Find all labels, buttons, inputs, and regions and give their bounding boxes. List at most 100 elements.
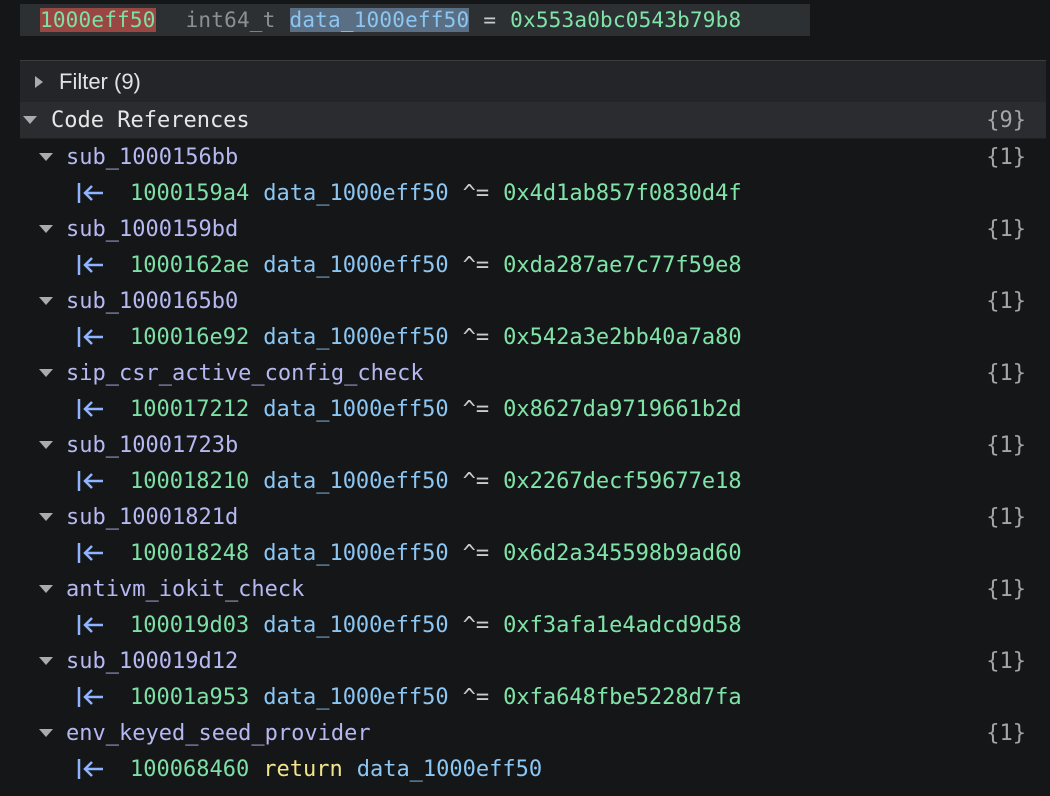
reference-row[interactable]: 100019d03 data_1000eff50 ^= 0xf3afa1e4ad…	[20, 607, 1046, 643]
function-row[interactable]: sub_10001723b {1}	[20, 427, 1046, 463]
reference-count: {1}	[986, 216, 1026, 242]
function-name[interactable]: sub_10001723b	[66, 433, 238, 458]
function-row[interactable]: antivm_iokit_check {1}	[20, 571, 1046, 607]
reference-address[interactable]: 1000162ae	[130, 253, 249, 278]
reference-variable[interactable]: data_1000eff50	[263, 469, 448, 494]
reference-count: {1}	[986, 720, 1026, 746]
reference-count: {1}	[986, 288, 1026, 314]
reference-count: {1}	[986, 360, 1026, 386]
function-name[interactable]: sip_csr_active_config_check	[66, 361, 424, 386]
return-keyword: return	[263, 756, 343, 782]
function-row[interactable]: sub_1000156bb {1}	[20, 139, 1046, 175]
reference-variable[interactable]: data_1000eff50	[263, 253, 448, 278]
arrow-left-bar-icon	[75, 181, 107, 205]
reference-count: {1}	[986, 432, 1026, 458]
function-name[interactable]: sub_1000156bb	[66, 145, 238, 170]
triangle-down-icon[interactable]	[39, 153, 53, 161]
reference-variable[interactable]: data_1000eff50	[357, 757, 542, 782]
arrow-left-bar-icon	[75, 397, 107, 421]
triangle-down-icon[interactable]	[39, 513, 53, 521]
data-definition-line: 1000eff50 int64_t data_1000eff50 = 0x553…	[20, 4, 810, 36]
reference-address[interactable]: 1000159a4	[130, 181, 249, 206]
xref-view: 1000eff50 int64_t data_1000eff50 = 0x553…	[0, 0, 1050, 796]
reference-operator: ^=	[462, 252, 490, 278]
reference-variable[interactable]: data_1000eff50	[263, 541, 448, 566]
reference-operator: ^=	[462, 540, 490, 566]
reference-row[interactable]: 1000162ae data_1000eff50 ^= 0xda287ae7c7…	[20, 247, 1046, 283]
reference-address[interactable]: 100017212	[130, 397, 249, 422]
function-row[interactable]: sip_csr_active_config_check {1}	[20, 355, 1046, 391]
reference-count: {1}	[986, 504, 1026, 530]
reference-value: 0x8627da9719661b2d	[503, 396, 742, 422]
arrow-left-bar-icon	[75, 469, 107, 493]
reference-row[interactable]: 100016e92 data_1000eff50 ^= 0x542a3e2bb4…	[20, 319, 1046, 355]
function-row[interactable]: sub_100019d12 {1}	[20, 643, 1046, 679]
reference-address[interactable]: 100018248	[130, 541, 249, 566]
reference-row[interactable]: 100018210 data_1000eff50 ^= 0x2267decf59…	[20, 463, 1046, 499]
reference-variable[interactable]: data_1000eff50	[263, 325, 448, 350]
data-type[interactable]: int64_t	[186, 8, 276, 32]
reference-variable[interactable]: data_1000eff50	[263, 613, 448, 638]
function-name[interactable]: sub_1000165b0	[66, 289, 238, 314]
triangle-down-icon[interactable]	[39, 657, 53, 665]
triangle-down-icon[interactable]	[39, 225, 53, 233]
code-references-list: sub_1000156bb {1} 1000159a4 data_1000eff…	[20, 139, 1046, 786]
triangle-down-icon[interactable]	[39, 297, 53, 305]
arrow-left-bar-icon	[75, 613, 107, 637]
code-references-header[interactable]: Code References {9}	[20, 102, 1046, 138]
reference-variable[interactable]: data_1000eff50	[263, 685, 448, 710]
reference-value: 0x542a3e2bb40a7a80	[503, 324, 742, 350]
reference-count: {1}	[986, 648, 1026, 674]
reference-address[interactable]: 100068460	[130, 757, 249, 782]
triangle-down-icon[interactable]	[39, 585, 53, 593]
data-variable-name[interactable]: data_1000eff50	[289, 8, 470, 32]
reference-value: 0x2267decf59677e18	[503, 468, 742, 494]
data-address[interactable]: 1000eff50	[40, 8, 156, 32]
arrow-left-bar-icon	[75, 325, 107, 349]
function-name[interactable]: antivm_iokit_check	[66, 577, 304, 602]
reference-operator: ^=	[462, 468, 490, 494]
triangle-down-icon[interactable]	[39, 441, 53, 449]
reference-value: 0xfa648fbe5228d7fa	[503, 684, 742, 710]
reference-row[interactable]: 100017212 data_1000eff50 ^= 0x8627da9719…	[20, 391, 1046, 427]
code-references-count: {9}	[986, 107, 1026, 133]
reference-operator: ^=	[462, 180, 490, 206]
reference-value: 0xf3afa1e4adcd9d58	[503, 612, 742, 638]
reference-variable[interactable]: data_1000eff50	[263, 181, 448, 206]
reference-operator: ^=	[462, 612, 490, 638]
reference-value: 0x6d2a345598b9ad60	[503, 540, 742, 566]
function-row[interactable]: sub_10001821d {1}	[20, 499, 1046, 535]
triangle-down-icon	[23, 116, 37, 124]
triangle-right-icon	[35, 75, 43, 88]
reference-row[interactable]: 100068460 return data_1000eff50	[20, 751, 1046, 787]
triangle-down-icon[interactable]	[39, 369, 53, 377]
reference-address[interactable]: 10001a953	[130, 685, 249, 710]
triangle-down-icon[interactable]	[39, 729, 53, 737]
reference-row[interactable]: 10001a953 data_1000eff50 ^= 0xfa648fbe52…	[20, 679, 1046, 715]
filter-toggle[interactable]: Filter (9)	[20, 61, 1046, 102]
reference-row[interactable]: 100018248 data_1000eff50 ^= 0x6d2a345598…	[20, 535, 1046, 571]
function-name[interactable]: env_keyed_seed_provider	[66, 721, 371, 746]
code-references-label: Code References	[51, 107, 250, 133]
function-row[interactable]: sub_1000165b0 {1}	[20, 283, 1046, 319]
reference-address[interactable]: 100016e92	[130, 325, 249, 350]
reference-value: 0x4d1ab857f0830d4f	[503, 180, 742, 206]
reference-row[interactable]: 1000159a4 data_1000eff50 ^= 0x4d1ab857f0…	[20, 175, 1046, 211]
function-row[interactable]: env_keyed_seed_provider {1}	[20, 715, 1046, 751]
function-row[interactable]: sub_1000159bd {1}	[20, 211, 1046, 247]
arrow-left-bar-icon	[75, 685, 107, 709]
reference-value: 0xda287ae7c77f59e8	[503, 252, 742, 278]
reference-address[interactable]: 100018210	[130, 469, 249, 494]
function-name[interactable]: sub_100019d12	[66, 649, 238, 674]
reference-address[interactable]: 100019d03	[130, 613, 249, 638]
reference-operator: ^=	[462, 684, 490, 710]
reference-operator: ^=	[462, 324, 490, 350]
reference-variable[interactable]: data_1000eff50	[263, 397, 448, 422]
data-value[interactable]: 0x553a0bc0543b79b8	[510, 8, 741, 32]
arrow-left-bar-icon	[75, 541, 107, 565]
filter-label: Filter (9)	[59, 68, 141, 94]
function-name[interactable]: sub_10001821d	[66, 505, 238, 530]
function-name[interactable]: sub_1000159bd	[66, 217, 238, 242]
arrow-left-bar-icon	[75, 253, 107, 277]
reference-count: {1}	[986, 144, 1026, 170]
